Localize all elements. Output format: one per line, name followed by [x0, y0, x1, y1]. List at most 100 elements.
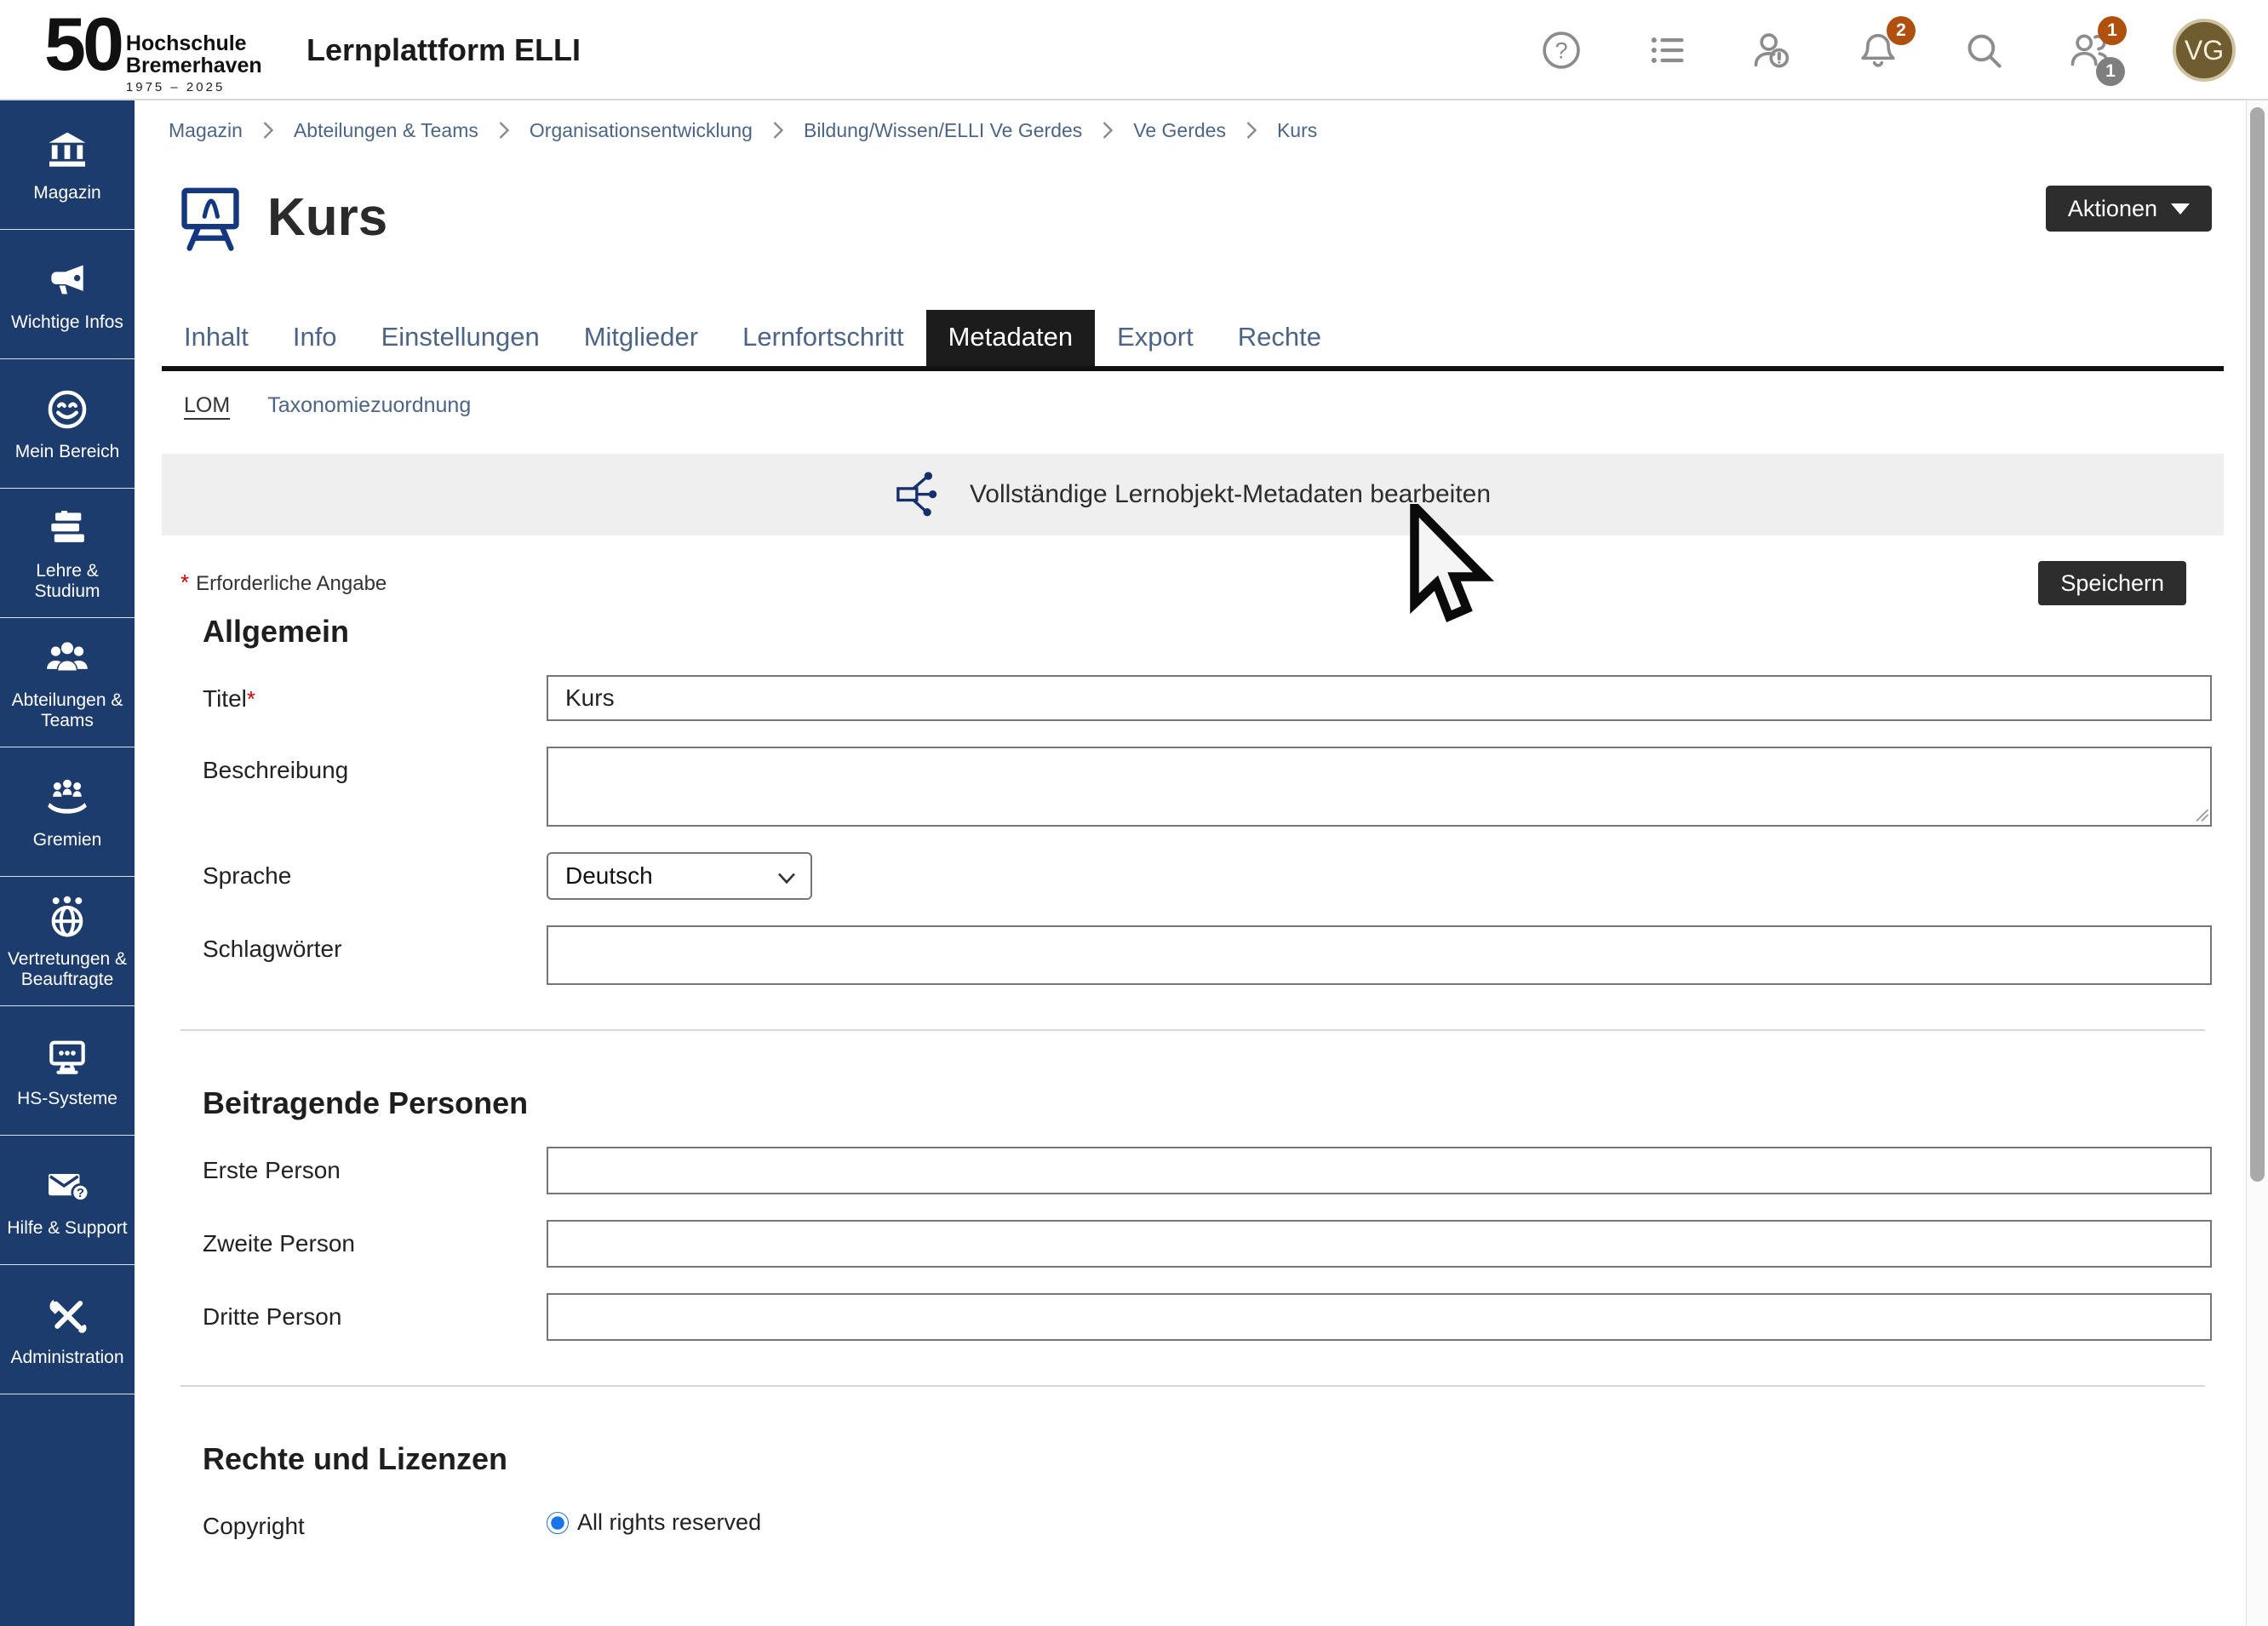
main-content: Magazin Abteilungen & Teams Organisation… [135, 102, 2246, 1626]
beschreibung-label: Beschreibung [203, 747, 547, 784]
copyright-radio-label[interactable]: All rights reserved [577, 1509, 761, 1536]
tab-bar: Inhalt Info Einstellungen Mitglieder Ler… [162, 310, 2224, 371]
notifications-badge: 2 [1887, 16, 1916, 45]
tab-metadaten[interactable]: Metadaten [926, 310, 1096, 366]
sidebar-item-lehre-studium[interactable]: Lehre & Studium [0, 489, 135, 618]
actions-button[interactable]: Aktionen [2046, 186, 2212, 232]
svg-text:?: ? [77, 1186, 84, 1200]
contacts-badge-secondary: 1 [2096, 57, 2125, 86]
share-nodes-icon [895, 468, 948, 521]
dritte-person-label: Dritte Person [203, 1293, 547, 1331]
breadcrumb-item[interactable]: Bildung/Wissen/ELLI Ve Gerdes [804, 119, 1082, 142]
sidebar-item-abteilungen-teams[interactable]: Abteilungen & Teams [0, 618, 135, 747]
committee-icon [43, 774, 91, 822]
tab-lernfortschritt[interactable]: Lernfortschritt [720, 310, 926, 366]
logo-years: 1975 – 2025 [126, 80, 262, 94]
vertical-scrollbar[interactable] [2246, 100, 2268, 1626]
edit-full-metadata-banner[interactable]: Vollständige Lernobjekt-Metadaten bearbe… [162, 454, 2224, 535]
banner-label: Vollständige Lernobjekt-Metadaten bearbe… [970, 480, 1491, 509]
svg-text:?: ? [1555, 37, 1567, 64]
sidebar-item-mein-bereich[interactable]: Mein Bereich [0, 359, 135, 489]
sidebar-item-magazin[interactable]: Magazin [0, 100, 135, 230]
smiley-icon [43, 386, 91, 433]
dritte-person-input[interactable] [547, 1293, 2212, 1341]
contacts-icon[interactable]: 1 1 [2067, 28, 2111, 72]
section-heading-rechte: Rechte und Lizenzen [162, 1441, 2224, 1477]
tab-mitglieder[interactable]: Mitglieder [562, 310, 720, 366]
chevron-down-icon [776, 869, 797, 886]
breadcrumb-item[interactable]: Organisationsentwicklung [530, 119, 753, 142]
erste-person-input[interactable] [547, 1147, 2212, 1194]
schlagwoerter-label: Schlagwörter [203, 925, 547, 963]
chevron-right-icon [1101, 120, 1114, 140]
beschreibung-textarea[interactable] [547, 747, 2212, 827]
section-divider [180, 1029, 2205, 1031]
sidebar-item-hs-systeme[interactable]: HS-Systeme [0, 1006, 135, 1136]
chevron-right-icon [1245, 120, 1258, 140]
notifications-bell-icon[interactable]: 2 [1856, 28, 1900, 72]
section-divider [180, 1385, 2205, 1387]
sidebar-item-administration[interactable]: Administration [0, 1265, 135, 1394]
globe-people-icon [43, 893, 91, 941]
tab-info[interactable]: Info [271, 310, 359, 366]
chevron-right-icon [771, 120, 785, 140]
course-board-icon [175, 180, 245, 255]
sidebar-item-vertretungen-beauftragte[interactable]: Vertretungen & Beauftragte [0, 877, 135, 1006]
schlagwoerter-input[interactable] [547, 925, 2212, 985]
main-menu-list-icon[interactable] [1645, 28, 1689, 72]
chevron-right-icon [261, 120, 275, 140]
copyright-label: Copyright [203, 1503, 547, 1540]
breadcrumb-item[interactable]: Abteilungen & Teams [294, 119, 478, 142]
megaphone-icon [43, 256, 91, 304]
search-icon[interactable] [1962, 28, 2006, 72]
section-heading-allgemein: Allgemein [162, 614, 2224, 650]
page-title: Kurs [267, 187, 387, 248]
contacts-badge: 1 [2098, 16, 2127, 45]
breadcrumb: Magazin Abteilungen & Teams Organisation… [135, 102, 2246, 158]
tab-inhalt[interactable]: Inhalt [162, 310, 271, 366]
tab-einstellungen[interactable]: Einstellungen [359, 310, 562, 366]
logo-line1: Hochschule [126, 32, 262, 54]
bank-icon [43, 127, 91, 175]
help-icon[interactable]: ? [1539, 28, 1584, 72]
required-note: *Erforderliche Angabe [180, 570, 387, 596]
breadcrumb-item[interactable]: Magazin [169, 119, 243, 142]
sidebar-item-gremien[interactable]: Gremien [0, 747, 135, 877]
tools-icon [43, 1291, 91, 1339]
titel-label: Titel* [203, 675, 547, 713]
zweite-person-input[interactable] [547, 1220, 2212, 1268]
sidebar-item-hilfe-support[interactable]: ? Hilfe & Support [0, 1136, 135, 1265]
copyright-radio-all-rights-reserved[interactable] [547, 1512, 569, 1534]
subtab-lom[interactable]: LOM [184, 393, 230, 418]
mail-help-icon: ? [43, 1162, 91, 1210]
logo-line2: Bremerhaven [126, 54, 262, 77]
chevron-right-icon [497, 120, 511, 140]
monitor-password-icon [43, 1033, 91, 1080]
subtab-taxonomiezuordnung[interactable]: Taxonomiezuordnung [267, 393, 471, 418]
sprache-selected-value: Deutsch [565, 862, 653, 890]
avatar[interactable]: VG [2173, 19, 2236, 82]
sidebar: Magazin Wichtige Infos Mein Bereich Lehr… [0, 100, 135, 1626]
sidebar-item-wichtige-infos[interactable]: Wichtige Infos [0, 230, 135, 359]
people-group-icon [43, 634, 91, 682]
logo-50: 50 [44, 9, 121, 80]
app-title: Lernplattform ELLI [306, 32, 581, 68]
save-button[interactable]: Speichern [2038, 561, 2186, 605]
sprache-label: Sprache [203, 852, 547, 890]
breadcrumb-item-current[interactable]: Kurs [1277, 119, 1317, 142]
tab-rechte[interactable]: Rechte [1216, 310, 1343, 366]
scrollbar-thumb[interactable] [2250, 107, 2265, 1182]
erste-person-label: Erste Person [203, 1147, 547, 1184]
user-status-icon[interactable] [1750, 28, 1795, 72]
books-icon [43, 505, 91, 552]
breadcrumb-item[interactable]: Ve Gerdes [1133, 119, 1226, 142]
zweite-person-label: Zweite Person [203, 1220, 547, 1257]
sprache-select[interactable]: Deutsch [547, 852, 812, 900]
titel-input[interactable] [547, 675, 2212, 721]
subtab-bar: LOM Taxonomiezuordnung [162, 371, 2224, 418]
hochschule-bremerhaven-logo: 50 Hochschule Bremerhaven 1975 – 2025 [44, 9, 262, 94]
section-heading-beitragende: Beitragende Personen [162, 1085, 2224, 1121]
tab-export[interactable]: Export [1095, 310, 1216, 366]
caret-down-icon [2171, 203, 2190, 215]
top-header: 50 Hochschule Bremerhaven 1975 – 2025 Le… [0, 0, 2268, 100]
